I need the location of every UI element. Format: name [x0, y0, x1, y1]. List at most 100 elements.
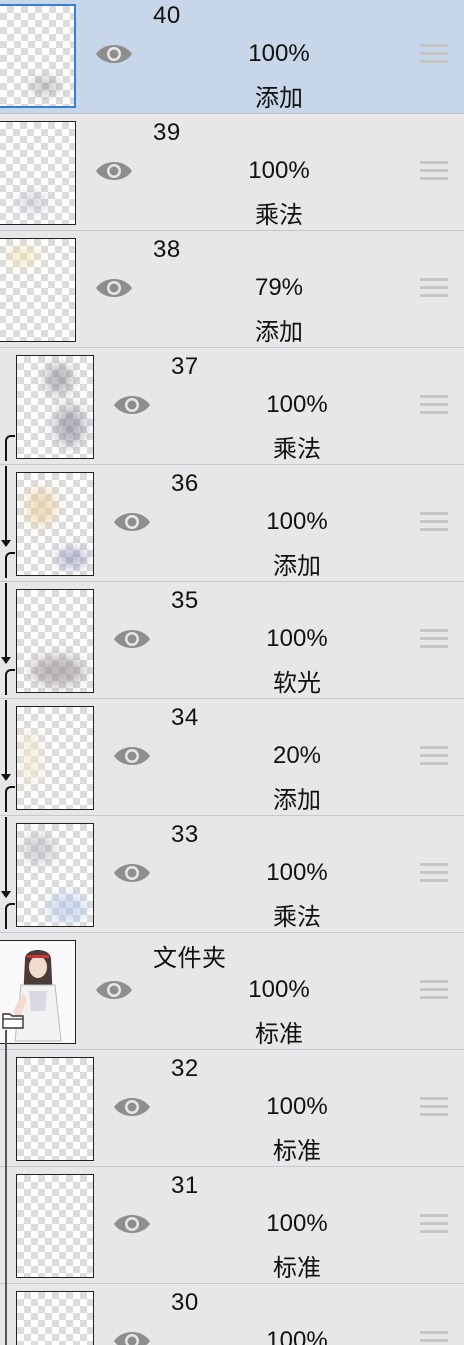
drag-handle-icon[interactable] [420, 161, 448, 183]
drag-handle-icon[interactable] [420, 746, 448, 768]
layer-blend-mode[interactable]: 添加 [247, 780, 347, 815]
folder-membership-line [5, 1168, 7, 1285]
layer-thumbnail[interactable] [16, 472, 94, 576]
clipping-line [5, 796, 7, 812]
layer-opacity: 100% [248, 157, 310, 184]
eye-icon[interactable] [112, 860, 152, 886]
layer-thumbnail[interactable] [0, 4, 76, 108]
eye-icon[interactable] [94, 977, 134, 1003]
layer-opacity: 100% [266, 1327, 328, 1345]
layer-thumbnail[interactable] [16, 1057, 94, 1161]
eye-icon[interactable] [112, 392, 152, 418]
clipping-hook [5, 903, 15, 915]
layer-row[interactable]: 37 100% 乘法 [0, 349, 464, 465]
drag-handle-icon[interactable] [420, 395, 448, 417]
layer-opacity: 100% [266, 508, 328, 535]
layer-row[interactable]: 36 100% 添加 [0, 466, 464, 582]
layer-thumbnail[interactable] [16, 706, 94, 810]
layer-blend-mode[interactable]: 标准 [229, 1014, 329, 1049]
clipping-line [5, 679, 7, 695]
drag-handle-icon[interactable] [420, 629, 448, 651]
clipping-hook [5, 786, 15, 798]
layer-blend-mode[interactable]: 乘法 [229, 195, 329, 230]
eye-icon[interactable] [112, 626, 152, 652]
layer-opacity: 100% [266, 859, 328, 886]
layer-row[interactable]: 34 20% 添加 [0, 700, 464, 816]
eye-icon[interactable] [94, 41, 134, 67]
layer-blend-mode[interactable]: 标准 [247, 1248, 347, 1283]
layer-thumbnail[interactable] [0, 238, 76, 342]
layer-name: 35 [171, 587, 199, 614]
layer-blend-mode[interactable]: 添加 [247, 546, 347, 581]
clipping-hook [5, 552, 15, 564]
drag-handle-icon[interactable] [420, 863, 448, 885]
layer-blend-mode[interactable]: 标准 [247, 1131, 347, 1166]
layer-name: 36 [171, 470, 199, 497]
drag-handle-icon[interactable] [420, 44, 448, 66]
layer-blend-mode[interactable]: 乘法 [247, 429, 347, 464]
layer-thumbnail[interactable] [16, 1174, 94, 1278]
thumbnail-artwork [45, 364, 73, 394]
folder-icon[interactable] [2, 1012, 24, 1029]
drag-handle-icon[interactable] [420, 1097, 448, 1119]
layer-name: 33 [171, 821, 199, 848]
thumbnail-artwork [47, 894, 87, 922]
layer-row[interactable]: 40 100% 添加 [0, 0, 464, 114]
layer-blend-mode[interactable]: 乘法 [247, 897, 347, 932]
layer-blend-mode[interactable]: 添加 [229, 312, 329, 347]
layer-row[interactable]: 33 100% 乘法 [0, 817, 464, 933]
layer-opacity: 79% [254, 274, 304, 301]
eye-icon[interactable] [94, 158, 134, 184]
layer-blend-mode[interactable]: 软光 [247, 663, 347, 698]
eye-icon[interactable] [112, 1094, 152, 1120]
layer-name: 40 [153, 2, 181, 29]
layer-name: 38 [153, 236, 181, 263]
thumbnail-artwork [7, 247, 37, 265]
eye-icon[interactable] [112, 743, 152, 769]
clipping-arrow-icon [1, 891, 11, 898]
clipping-line [5, 466, 7, 544]
folder-row[interactable]: 文件夹 100% 标准 [0, 934, 464, 1051]
eye-icon[interactable] [112, 1328, 152, 1345]
layer-row[interactable]: 35 100% 软光 [0, 583, 464, 699]
layer-thumbnail[interactable] [16, 823, 94, 927]
eye-icon[interactable] [112, 509, 152, 535]
eye-icon[interactable] [94, 275, 134, 301]
drag-handle-icon[interactable] [420, 1331, 448, 1345]
thumbnail-artwork [19, 192, 47, 212]
layer-row[interactable]: 32 100% 标准 [0, 1051, 464, 1168]
layer-row[interactable]: 38 79% 添加 [0, 232, 464, 348]
layer-opacity: 100% [266, 1210, 328, 1237]
drag-handle-icon[interactable] [420, 980, 448, 1002]
layer-opacity: 20% [272, 742, 322, 769]
drag-handle-icon[interactable] [420, 512, 448, 534]
layer-row[interactable]: 31 100% 标准 [0, 1168, 464, 1285]
layer-opacity: 100% [266, 391, 328, 418]
clipping-arrow-icon [1, 774, 11, 781]
layer-row[interactable]: 39 100% 乘法 [0, 115, 464, 231]
layer-name: 30 [171, 1289, 199, 1316]
eye-icon[interactable] [112, 1211, 152, 1237]
layer-thumbnail[interactable] [16, 1291, 94, 1345]
drag-handle-icon[interactable] [420, 278, 448, 300]
folder-membership-line [5, 1030, 7, 1051]
layer-opacity: 100% [248, 976, 310, 1003]
layer-name: 31 [171, 1172, 199, 1199]
layer-thumbnail[interactable] [0, 121, 76, 225]
clipping-line [5, 562, 7, 578]
layer-name: 37 [171, 353, 199, 380]
layer-row[interactable]: 30 100% [0, 1285, 464, 1345]
layer-thumbnail[interactable] [16, 589, 94, 693]
folder-membership-line [5, 1285, 7, 1345]
layer-name: 32 [171, 1055, 199, 1082]
layer-name: 34 [171, 704, 199, 731]
layer-thumbnail[interactable] [16, 355, 94, 459]
layer-blend-mode[interactable]: 添加 [229, 78, 329, 113]
thumbnail-artwork [31, 656, 85, 686]
clipping-line [5, 817, 7, 895]
layer-panel: 40 100% 添加 39 100% 乘法 38 79% 添加 37 100% 乘法 36 100% 添加 3… [0, 0, 464, 1345]
drag-handle-icon[interactable] [420, 1214, 448, 1236]
clipping-arrow-icon [1, 540, 11, 547]
layer-opacity: 100% [266, 625, 328, 652]
layer-name: 39 [153, 119, 181, 146]
